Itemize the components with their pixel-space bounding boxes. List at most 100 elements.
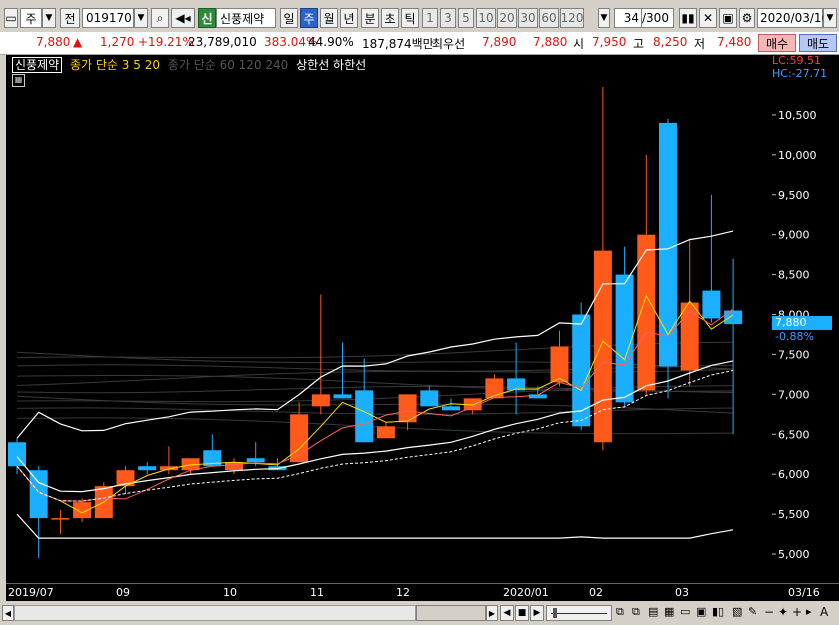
y-tick-label: 5,000	[778, 548, 810, 561]
y-tick-label: 7,000	[778, 388, 810, 401]
search-icon[interactable]: ⌕	[151, 8, 169, 28]
y-tick-label: 9,000	[778, 229, 810, 242]
candle-body	[376, 426, 395, 439]
lc-label: LC:59.51	[772, 54, 822, 67]
scroll-left-icon[interactable]: ◀	[2, 605, 14, 621]
interval-10[interactable]: 10	[476, 8, 496, 28]
interval-120[interactable]: 120	[560, 8, 584, 28]
second-button[interactable]: 초	[381, 8, 399, 28]
panel-icon[interactable]: ▭	[4, 8, 18, 28]
stock-name-label: 신풍제약	[220, 11, 265, 26]
second-label: 초	[384, 11, 396, 26]
turnover-rate: 44.90%	[308, 35, 354, 49]
interval-60[interactable]: 60	[539, 8, 559, 28]
period-year[interactable]: 년	[340, 8, 358, 28]
interval-3[interactable]: 3	[440, 8, 456, 28]
zoom-out-icon[interactable]: −	[764, 605, 776, 621]
x-label-2019-07: 2019/07	[8, 586, 54, 599]
scroll-right-icon[interactable]: ▶	[486, 605, 498, 621]
status-bar: ◀ ▶ ◀ ■ ▶ ⧉ ⧉ ▤ ▦ ▭ ▣ ▮▯ ▧ ✎ − ✦ + ▸ A	[0, 601, 839, 625]
candle-body	[246, 458, 265, 463]
interval-60-label: 60	[541, 11, 557, 25]
print-icon[interactable]: ▣	[696, 605, 710, 621]
interval-5[interactable]: 5	[458, 8, 474, 28]
stop-icon[interactable]: ■	[515, 605, 529, 621]
candle-body	[442, 406, 460, 411]
play-forward-icon[interactable]: ▶	[530, 605, 544, 621]
layout-icon[interactable]: ⧉	[616, 605, 630, 621]
candle-body	[680, 302, 699, 371]
play-back-icon[interactable]: ◀	[500, 605, 514, 621]
candle-body	[659, 122, 677, 367]
table-icon[interactable]: ▤	[648, 605, 662, 621]
gear-icon[interactable]: ⚙	[739, 8, 755, 28]
bars-icon[interactable]: ▮▯	[712, 605, 730, 621]
prefix-button[interactable]: 전	[60, 8, 80, 28]
low-label: 저	[694, 37, 706, 51]
sell-button[interactable]: 매도	[799, 34, 837, 52]
long-term-line	[16, 407, 734, 415]
count-total: /300	[642, 8, 674, 28]
stock-name: 신풍제약	[216, 8, 276, 28]
count-input[interactable]: 34	[614, 8, 642, 28]
date-dropdown-icon[interactable]: ▼	[823, 8, 837, 28]
interval-20[interactable]: 20	[497, 8, 517, 28]
period-month[interactable]: 월	[320, 8, 338, 28]
minute-button[interactable]: 분	[361, 8, 379, 28]
code-input[interactable]: 019170	[82, 8, 134, 28]
x-label-02: 02	[589, 586, 603, 599]
interval-20-label: 20	[499, 11, 515, 25]
arrow-right-icon[interactable]: ▸	[806, 605, 818, 621]
zoom-slider[interactable]	[546, 605, 612, 621]
period-week-label: 주	[303, 11, 315, 26]
x-label-03-16: 03/16	[788, 586, 820, 599]
legend-limit: 상한선 하한선	[296, 58, 367, 72]
period-day[interactable]: 일	[280, 8, 298, 28]
layout2-icon[interactable]: ⧉	[632, 605, 646, 621]
speaker-icon[interactable]: ◀◂	[171, 8, 195, 28]
candle-body	[702, 290, 721, 319]
candle-body	[615, 274, 634, 403]
font-size-icon[interactable]: A	[820, 605, 834, 621]
save-icon[interactable]: ▣	[719, 8, 737, 28]
interval-30[interactable]: 30	[518, 8, 538, 28]
price-change: 1,270	[100, 35, 135, 49]
horizontal-scrollbar[interactable]	[14, 605, 416, 621]
sell-label: 매도	[806, 36, 830, 51]
candles	[8, 86, 743, 559]
tick-button[interactable]: 틱	[401, 8, 419, 28]
code-dropdown-icon[interactable]: ▼	[134, 8, 148, 28]
period-week[interactable]: 주	[300, 8, 318, 28]
market-select[interactable]: 주	[20, 8, 42, 28]
code-value: 019170	[86, 11, 132, 25]
tick-label: 틱	[404, 11, 416, 26]
x-label-2020-01: 2020/01	[503, 586, 549, 599]
date-value: 2020/03/16	[760, 11, 830, 25]
interval-dropdown-icon[interactable]: ▼	[598, 8, 610, 28]
interval-1[interactable]: 1	[422, 8, 438, 28]
candle-type-icon[interactable]: ▮▮	[679, 8, 697, 28]
best-bid: 7,880	[533, 35, 568, 49]
screen-icon[interactable]: ▭	[680, 605, 694, 621]
current-price: 7,880	[36, 35, 71, 49]
crosshair-icon[interactable]: ✕	[699, 8, 717, 28]
zoom-slider-handle[interactable]	[553, 608, 557, 618]
draw-icon[interactable]: ✎	[748, 605, 762, 621]
scroll-left-small-icon[interactable]: ✦	[778, 605, 790, 621]
high-price: 8,250	[653, 35, 688, 49]
y-tick-label: 8,500	[778, 269, 810, 282]
buy-label: 매수	[765, 36, 789, 51]
x-label-10: 10	[223, 586, 237, 599]
chart-canvas	[8, 86, 743, 559]
zoom-in-icon[interactable]: +	[792, 605, 804, 621]
date-input[interactable]: 2020/03/16	[757, 8, 829, 28]
badge-sin: 신	[198, 8, 216, 28]
x-label-12: 12	[396, 586, 410, 599]
candlestick-chart[interactable]: 신풍제약 종가 단순 3 5 20 종가 단순 60 120 240 상한선 하…	[6, 55, 772, 583]
grid2-icon[interactable]: ▦	[664, 605, 678, 621]
chart-icon[interactable]: ▧	[732, 605, 746, 621]
scroll-thumb[interactable]	[416, 605, 486, 621]
buy-button[interactable]: 매수	[758, 34, 796, 52]
grid-icon[interactable]: ▦	[12, 74, 25, 87]
chevron-down-icon[interactable]: ▼	[42, 8, 56, 28]
